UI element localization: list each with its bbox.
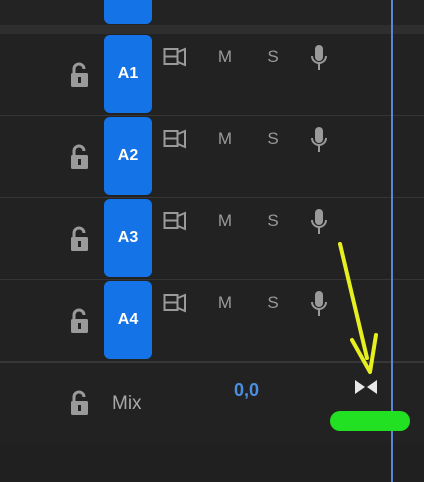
bowtie-icon[interactable]: [353, 378, 379, 396]
track-label-a1[interactable]: A1: [104, 35, 152, 113]
microphone-icon[interactable]: [309, 207, 329, 237]
lock-icon[interactable]: [68, 226, 92, 252]
sync-lock-icon[interactable]: [163, 47, 187, 67]
lock-icon[interactable]: [68, 308, 92, 334]
lock-icon[interactable]: [68, 144, 92, 170]
playhead-line[interactable]: [391, 0, 393, 482]
microphone-icon[interactable]: [309, 289, 329, 319]
mute-button[interactable]: M: [213, 293, 237, 313]
solo-button[interactable]: S: [261, 293, 285, 313]
track-label-a2[interactable]: A2: [104, 117, 152, 195]
solo-button[interactable]: S: [261, 129, 285, 149]
mute-button[interactable]: M: [213, 47, 237, 67]
solo-button[interactable]: S: [261, 211, 285, 231]
video-track-area: [0, 0, 424, 25]
mute-button[interactable]: M: [213, 211, 237, 231]
sync-lock-icon[interactable]: [163, 129, 187, 149]
solo-button[interactable]: S: [261, 47, 285, 67]
annotation-arrow-icon: [330, 240, 380, 380]
lock-icon[interactable]: [68, 62, 92, 88]
track-label-a3[interactable]: A3: [104, 199, 152, 277]
microphone-icon[interactable]: [309, 43, 329, 73]
track-divider[interactable]: [0, 25, 424, 34]
sync-lock-icon[interactable]: [163, 211, 187, 231]
audio-track-row-a1: A1 M S: [0, 34, 424, 116]
mix-track-label: Mix: [112, 393, 142, 414]
audio-track-row-a2: A2 M S: [0, 116, 424, 198]
microphone-icon[interactable]: [309, 125, 329, 155]
track-label-a4[interactable]: A4: [104, 281, 152, 359]
annotation-highlight-marker: [330, 411, 410, 431]
mute-button[interactable]: M: [213, 129, 237, 149]
sync-lock-icon[interactable]: [163, 293, 187, 313]
mix-volume-value[interactable]: 0,0: [234, 380, 259, 401]
lock-icon[interactable]: [68, 390, 92, 416]
audio-track-header-panel: A1 M S A2 M S A3 M S A4 M S Mix 0,0: [0, 0, 424, 482]
empty-track-area: [0, 443, 424, 482]
track-label-partial[interactable]: [104, 0, 152, 24]
